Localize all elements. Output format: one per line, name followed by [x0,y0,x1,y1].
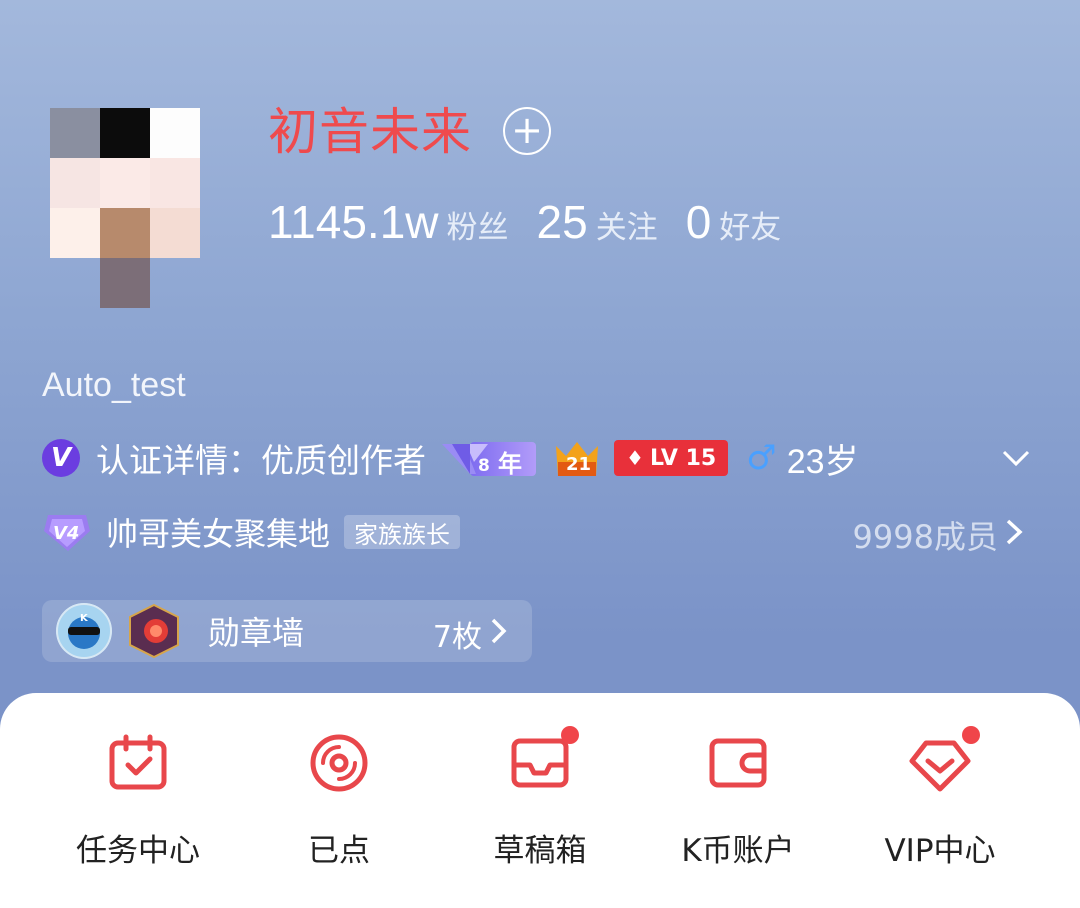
friends-label[interactable]: 好友 [719,202,781,247]
avatar[interactable] [50,108,200,308]
add-friend-button[interactable]: + [503,107,551,155]
family-row[interactable]: V4 帅哥美女聚集地 家族族长 9998成员 [42,510,1038,556]
certification-text: 认证详情：优质创作者 [96,441,426,480]
vip-center-label: VIP中心 [884,833,996,869]
disc-icon [310,734,368,792]
medal-count: 7枚 [432,620,482,655]
vip-years-number: 8 [478,456,490,476]
level-badge[interactable]: ♦ LV 15 [614,440,729,476]
crown-level-badge[interactable]: 21 [552,438,602,478]
drafts-label: 草稿箱 [493,833,587,869]
played-label: 已点 [308,833,370,869]
following-count[interactable]: 25 [537,195,588,249]
k-coin-account-label: K币账户 [681,833,795,869]
drafts-button[interactable]: 草稿箱 [440,731,640,870]
vip-notification-dot [962,726,980,744]
medal-cool-k-icon: K [56,603,112,659]
profile-stats: 1145.1w 粉丝 25 关注 0 好友 [268,195,809,249]
family-role-tag: 家族族长 [344,515,461,549]
friends-count[interactable]: 0 [686,195,712,249]
svg-text:V4: V4 [53,523,79,544]
calendar-check-icon [109,734,167,790]
medal-wall-label: 勋章墙 [208,614,305,652]
level-text: LV 15 [649,445,717,471]
age-text: 23岁 [786,442,859,481]
tools-panel: 任务中心 已点 草稿箱 K币账户 VIP中心 [0,693,1080,908]
vip-years-badge[interactable]: 8 年 [440,438,538,478]
vip-center-button[interactable]: VIP中心 [840,731,1040,870]
fans-label[interactable]: 粉丝 [447,202,509,247]
fans-count[interactable]: 1145.1w [268,195,439,249]
diamond-icon: ♦ [626,446,644,470]
task-center-label: 任务中心 [76,833,200,869]
username: 初音未来 [268,103,472,161]
chevron-down-icon[interactable] [998,440,1034,476]
verified-v-icon: V [42,439,80,477]
medal-wall[interactable]: K 勋章墙 7枚 [42,600,532,662]
svg-text:K: K [80,613,89,624]
following-label[interactable]: 关注 [596,202,658,247]
medal-red-gem-icon [126,603,182,659]
vip-years-label: 年 [498,450,522,478]
plus-icon: + [511,107,543,152]
family-v4-icon: V4 [44,515,90,551]
user-id: Auto_test [42,366,186,404]
task-center-button[interactable]: 任务中心 [38,731,238,870]
certification-row[interactable]: V 认证详情：优质创作者 8 年 21 ♦ LV 15 ♂ 23岁 [42,436,1038,481]
drafts-notification-dot [561,726,579,744]
chevron-right-icon [1006,519,1023,545]
crown-level-number: 21 [566,454,592,475]
male-gender-icon: ♂ [746,438,777,478]
family-name: 帅哥美女聚集地 [106,515,331,553]
k-coin-account-button[interactable]: K币账户 [638,731,838,870]
vip-heart-icon [909,740,971,792]
wallet-icon [709,738,767,788]
chevron-right-icon [491,618,507,644]
played-button[interactable]: 已点 [239,731,439,870]
family-member-count: 9998成员 [852,518,998,556]
